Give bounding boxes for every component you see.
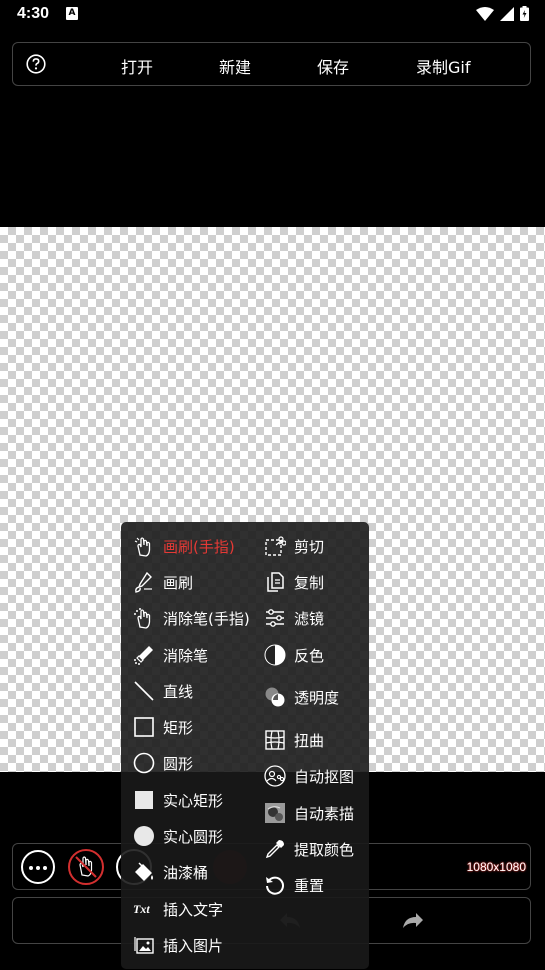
help-circle-icon[interactable] (26, 54, 46, 74)
record-gif-button[interactable]: 录制Gif (416, 54, 470, 78)
menu-item-distort[interactable]: 扭曲 (264, 725, 324, 755)
menu-item-label: 透明度 (294, 688, 340, 707)
save-button[interactable]: 保存 (317, 54, 349, 78)
invert-icon (264, 644, 286, 666)
menu-item-opacity[interactable]: 透明度 (264, 682, 339, 712)
line-icon (134, 681, 154, 701)
status-time: 4:30 (17, 5, 50, 22)
auto-cutout-icon (264, 765, 286, 787)
menu-item-label: 消除笔 (163, 646, 209, 665)
finger-eraser-icon (134, 608, 151, 629)
status-icons (476, 6, 529, 21)
text-icon: Txt (133, 902, 150, 916)
menu-item-label: 画刷(手指) (163, 537, 235, 556)
menu-item-label: 滤镜 (294, 609, 325, 628)
battery-icon (520, 6, 529, 21)
eraser-pen-icon (134, 646, 153, 665)
menu-item-invert[interactable]: 反色 (264, 640, 324, 670)
top-bar: 打开 新建 保存 录制Gif (12, 42, 531, 86)
menu-item-insert-text[interactable]: Txt 插入文字 (133, 894, 223, 924)
menu-item-label: 自动抠图 (294, 767, 355, 786)
menu-item-label: 复制 (294, 573, 325, 592)
menu-item-label: 直线 (163, 682, 194, 701)
menu-item-label: 实心圆形 (163, 827, 224, 846)
menu-item-filled-circle[interactable]: 实心圆形 (133, 821, 223, 851)
menu-item-label: 插入图片 (163, 936, 224, 955)
menu-item-eraser-pen[interactable]: 消除笔 (133, 640, 208, 670)
menu-item-label: 重置 (294, 876, 325, 895)
image-icon (134, 937, 154, 954)
cut-icon (265, 536, 286, 556)
menu-item-label: 自动素描 (294, 804, 355, 823)
filter-icon (266, 609, 284, 627)
menu-item-label: 消除笔(手指) (163, 609, 250, 628)
hand-no-touch-icon (75, 856, 97, 878)
circle-icon (133, 752, 155, 774)
eyedropper-icon (265, 840, 284, 859)
filled-circle-icon (134, 826, 154, 846)
menu-item-filled-rectangle[interactable]: 实心矩形 (133, 785, 223, 815)
menu-item-insert-image[interactable]: 插入图片 (133, 930, 223, 960)
menu-item-copy[interactable]: 复制 (264, 567, 324, 597)
menu-item-label: 圆形 (163, 754, 194, 773)
status-bar: 4:30 A (0, 0, 545, 30)
menu-item-label: 实心矩形 (163, 791, 224, 810)
menu-item-rectangle[interactable]: 矩形 (133, 712, 193, 742)
redo-icon[interactable] (401, 910, 425, 930)
menu-item-circle[interactable]: 圆形 (133, 748, 193, 778)
notification-icon: A (66, 7, 78, 20)
canvas-size-label: 1080x1080 (466, 860, 526, 874)
menu-item-filter[interactable]: 滤镜 (264, 603, 324, 633)
reset-icon (266, 876, 284, 895)
menu-item-label: 剪切 (294, 537, 325, 556)
touch-mode-toggle[interactable] (68, 849, 104, 885)
filled-rectangle-icon (135, 791, 153, 809)
wifi-icon (476, 6, 494, 21)
menu-item-brush[interactable]: 画刷 (133, 567, 193, 597)
finger-brush-icon (134, 537, 151, 557)
menu-item-label: 反色 (294, 646, 325, 665)
menu-item-auto-sketch[interactable]: 自动素描 (264, 798, 354, 828)
menu-item-finger-brush[interactable]: 画刷(手指) (133, 531, 235, 561)
rectangle-icon (134, 717, 154, 737)
tool-menu: 画刷(手指) 画刷 消除笔(手指) 消除笔 直线 矩形 圆形 实心矩形 实心圆形… (121, 522, 369, 969)
menu-item-eyedropper[interactable]: 提取颜色 (264, 834, 354, 864)
opacity-icon (265, 687, 285, 707)
copy-icon (267, 572, 284, 592)
distort-icon (265, 730, 285, 750)
auto-sketch-icon (265, 803, 285, 823)
paint-bucket-icon (135, 862, 153, 881)
menu-item-label: 提取颜色 (294, 840, 355, 859)
menu-item-label: 油漆桶 (163, 863, 209, 882)
menu-item-reset[interactable]: 重置 (264, 870, 324, 900)
menu-item-line[interactable]: 直线 (133, 676, 193, 706)
menu-item-paint-bucket[interactable]: 油漆桶 (133, 857, 208, 887)
open-button[interactable]: 打开 (121, 54, 153, 78)
menu-item-label: 插入文字 (163, 900, 224, 919)
signal-icon (500, 6, 514, 21)
new-button[interactable]: 新建 (219, 54, 251, 78)
menu-item-cut[interactable]: 剪切 (264, 531, 324, 561)
menu-item-label: 扭曲 (294, 731, 325, 750)
brush-icon (135, 571, 152, 593)
menu-item-finger-eraser[interactable]: 消除笔(手指) (133, 603, 250, 633)
menu-item-auto-cutout[interactable]: 自动抠图 (264, 761, 354, 791)
more-button[interactable] (21, 850, 55, 884)
menu-item-label: 画刷 (163, 573, 194, 592)
menu-item-label: 矩形 (163, 718, 194, 737)
